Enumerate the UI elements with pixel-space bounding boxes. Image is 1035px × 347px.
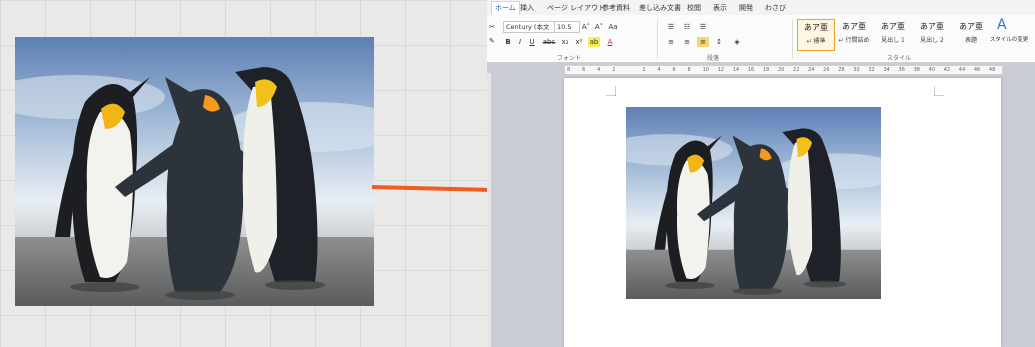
style-name: 見出し 1 [881,37,905,44]
vertical-ruler [487,73,491,347]
ruler-tick-label: 6 [672,67,676,73]
ruler-tick-label: 38 [913,67,920,73]
multilevel-list-icon[interactable]: ☰ [697,22,709,32]
style-sample: あア亜 [842,22,866,31]
ruler-tick-label: 6 [582,67,586,73]
strikethrough-button[interactable]: abc [541,37,557,47]
tab-insert[interactable]: 挿入 [520,3,534,13]
paragraph-group-label: 段落 [707,55,720,62]
horizontal-ruler[interactable]: 8 6 4 2 2 4 6 8 10 12 14 16 18 20 22 24 26 28 30 32 34 36 38 40… [564,65,1003,75]
style-heading-1[interactable]: あア亜 見出し 1 [875,19,911,49]
change-case-button[interactable]: Aa [607,22,619,32]
word-window: ホーム 挿入 ページ レイアウト 参考資料 差し込み文書 校閲 表示 開発 わさ… [487,0,1035,347]
font-group-label: フォント [557,55,582,62]
ruler-tick-label: 10 [702,67,709,73]
inserted-penguin-photo[interactable] [626,107,881,299]
bold-button[interactable]: B [503,37,513,47]
align-center-icon[interactable]: ≡ [681,37,693,47]
font-name-box[interactable]: Century (本文 [503,21,557,33]
superscript-button[interactable]: x² [573,37,585,47]
font-size-box[interactable]: 10.5 [554,21,580,33]
ruler-tick-label: 36 [898,67,905,73]
ruler-tick-label: 16 [747,67,755,73]
ruler-tick-label: 2 [642,67,646,73]
style-name: 見出し 2 [920,37,944,44]
style-group-label: スタイル [887,55,912,62]
tab-references[interactable]: 参考資料 [602,3,630,13]
underline-button[interactable]: U [527,37,537,47]
highlight-icon[interactable]: ab [588,37,600,47]
ruler-tick-label: 22 [793,67,800,73]
tab-view[interactable]: 表示 [713,3,727,13]
ribbon-separator [792,19,793,59]
margin-corner-mark [934,86,944,96]
margin-corner-mark [606,86,616,96]
shrink-font-button[interactable]: A˅ [593,22,605,32]
style-sample: あア亜 [920,22,944,31]
italic-button[interactable]: I [515,37,525,47]
format-painter-icon[interactable]: ✎ [489,37,495,45]
ruler-tick-label: 8 [687,67,691,73]
ribbon: ✂ ✎ Century (本文 10.5 A˄ A˅ Aa B I U abc … [487,15,1035,63]
ruler-tick-label: 48 [988,67,996,73]
ruler-tick-label: 18 [762,67,770,73]
grow-font-button[interactable]: A˄ [580,22,592,32]
ribbon-tab-bar: ホーム 挿入 ページ レイアウト 参考資料 差し込み文書 校閲 表示 開発 わさ… [487,0,1035,15]
align-left-icon[interactable]: ≡ [665,37,677,47]
ruler-tick-label: 24 [808,67,815,73]
penguin-image [15,37,374,306]
style-name: ↵ 行間詰め [838,37,870,44]
style-name: 表題 [964,37,977,44]
tab-wasabi[interactable]: わさび [765,3,786,13]
ruler-tick-label: 4 [597,67,601,73]
ruler-tick-label: 4 [657,67,661,73]
style-heading-2[interactable]: あア亜 見出し 2 [914,19,950,49]
tab-developer[interactable]: 開発 [739,3,753,13]
penguin-image [626,107,881,299]
numbering-icon[interactable]: ☷ [681,22,693,32]
style-sample: あア亜 [881,22,905,31]
change-styles-label[interactable]: スタイルの変更 [989,37,1029,44]
ruler-tick-label: 42 [943,67,951,73]
style-no-spacing[interactable]: あア亜 ↵ 行間詰め [836,19,872,49]
justify-icon[interactable]: ≡ [697,37,709,47]
tab-mailings[interactable]: 差し込み文書 [639,3,681,13]
ruler-tick-label: 20 [777,67,785,73]
subscript-button[interactable]: x₂ [559,37,571,47]
ruler-tick-label: 14 [732,67,740,73]
ruler-tick-label: 44 [958,67,966,73]
style-name: ↵ 標準 [806,38,826,45]
ruler-tick-label: 12 [717,67,725,73]
source-penguin-photo [15,37,374,306]
ruler-tick-label: 32 [868,67,875,73]
ruler-tick-label: 46 [973,67,981,73]
ruler-tick-label: 2 [612,67,616,73]
ruler-tick-label: 28 [838,67,845,73]
shading-icon[interactable]: ◈ [731,37,743,47]
tab-page-layout[interactable]: ページ レイアウト [547,3,605,13]
tab-home[interactable]: ホーム [491,1,520,15]
ruler-tick-label: 8 [567,67,571,73]
font-color-button[interactable]: A [605,37,615,47]
style-sample: あア亜 [804,23,828,32]
style-sample: あア亜 [959,22,983,31]
ruler-tick-label: 34 [883,67,890,73]
ruler-tick-label: 26 [823,67,830,73]
change-styles-icon[interactable]: A [997,17,1007,33]
style-title[interactable]: あア亜 表題 [953,19,989,49]
tab-review[interactable]: 校閲 [687,3,701,13]
ruler-tick-label: 30 [853,67,860,73]
line-spacing-icon[interactable]: ↕ [713,37,725,47]
ruler-tick-label: 40 [928,67,936,73]
clipboard-icon[interactable]: ✂ [489,23,495,31]
style-normal[interactable]: あア亜 ↵ 標準 [797,19,835,51]
ribbon-separator [657,19,658,59]
bullets-icon[interactable]: ☰ [665,22,677,32]
